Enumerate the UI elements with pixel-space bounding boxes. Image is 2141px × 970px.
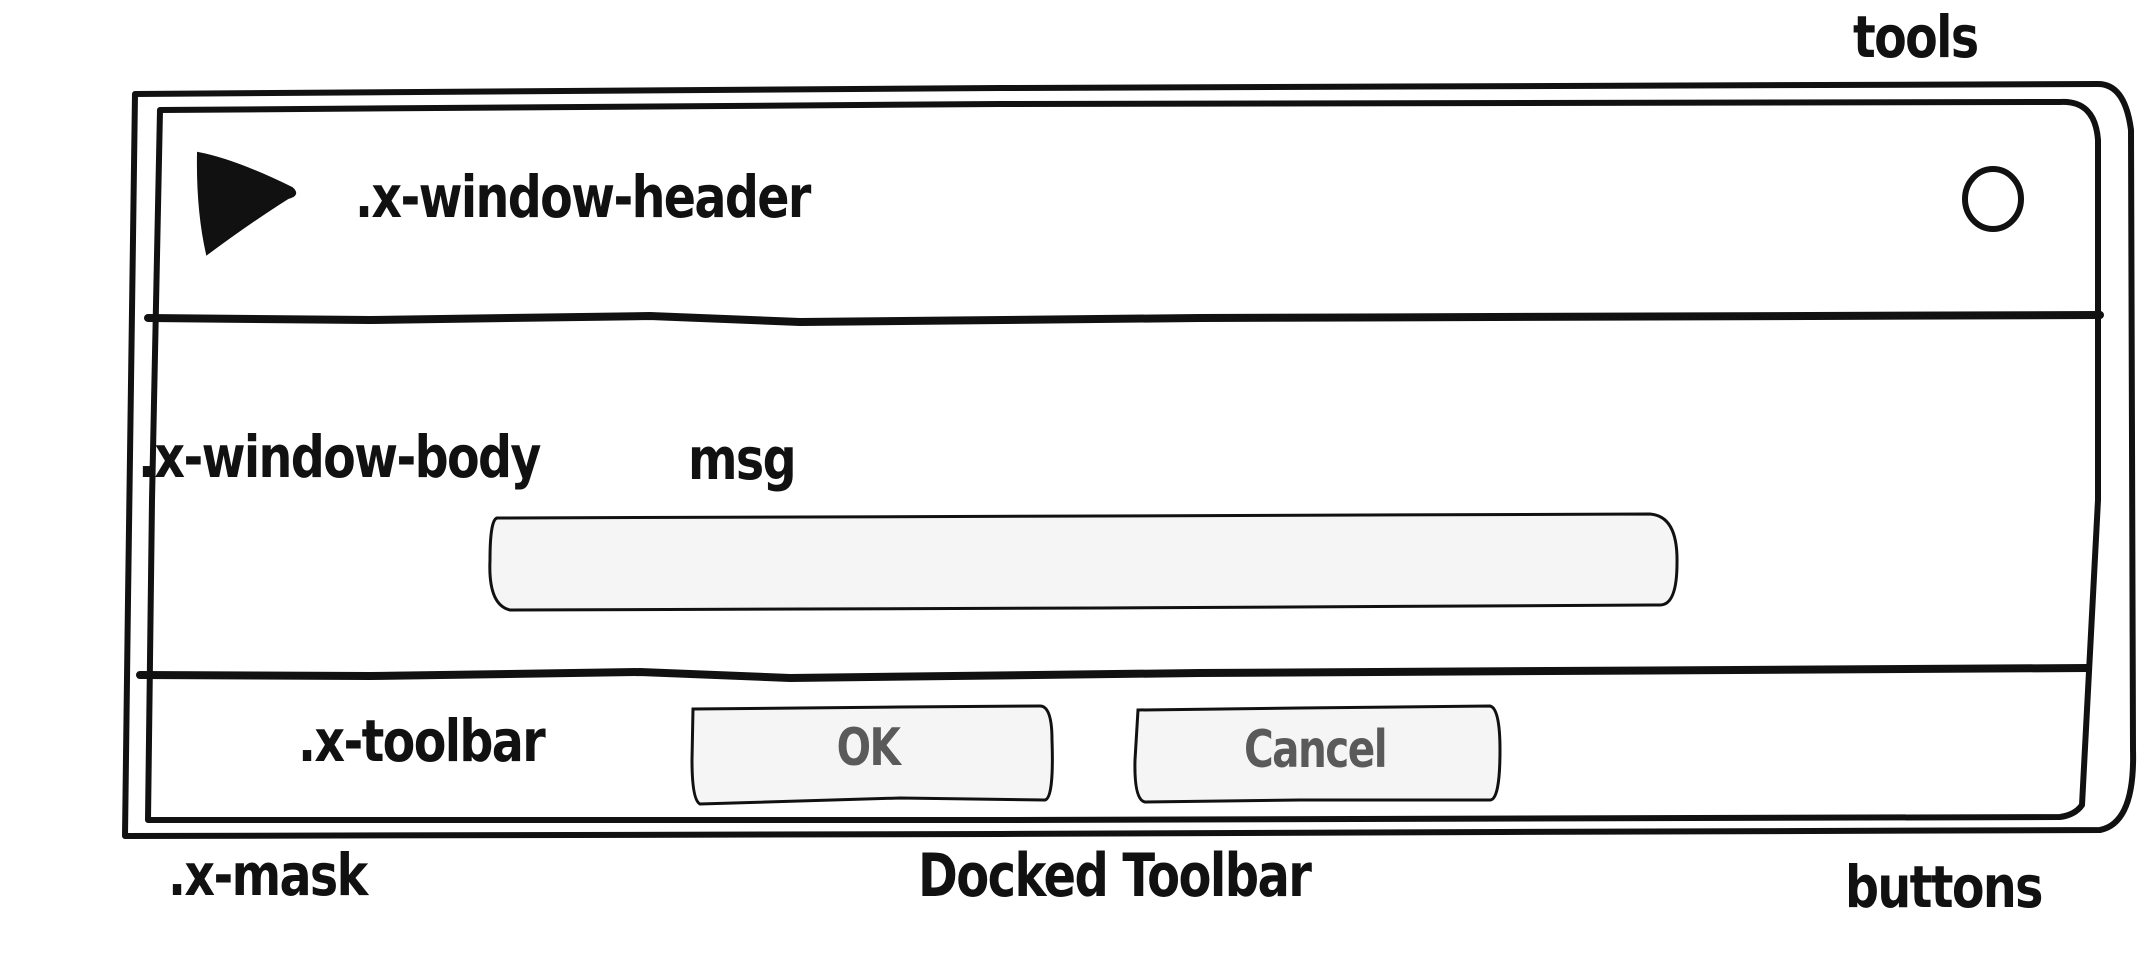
msg-label: msg xyxy=(688,425,797,493)
mask-label: .x-mask xyxy=(168,841,368,909)
header-divider xyxy=(144,311,2104,327)
toolbar-divider xyxy=(136,664,2092,683)
toolbar-label: .x-toolbar xyxy=(298,707,546,775)
tools-label: tools xyxy=(1853,3,1979,71)
circle-tool-icon[interactable] xyxy=(1962,166,2024,232)
prompt-input[interactable] xyxy=(488,512,1679,612)
docked-toolbar-label: Docked Toolbar xyxy=(918,841,1312,911)
window-header-label: .x-window-header xyxy=(355,163,811,231)
buttons-label: buttons xyxy=(1845,853,2043,921)
cancel-button-label: Cancel xyxy=(1243,720,1388,780)
ok-button-label: OK xyxy=(836,718,901,778)
window-body-label: .x-window-body xyxy=(138,423,541,491)
play-triangle-icon xyxy=(196,151,297,256)
